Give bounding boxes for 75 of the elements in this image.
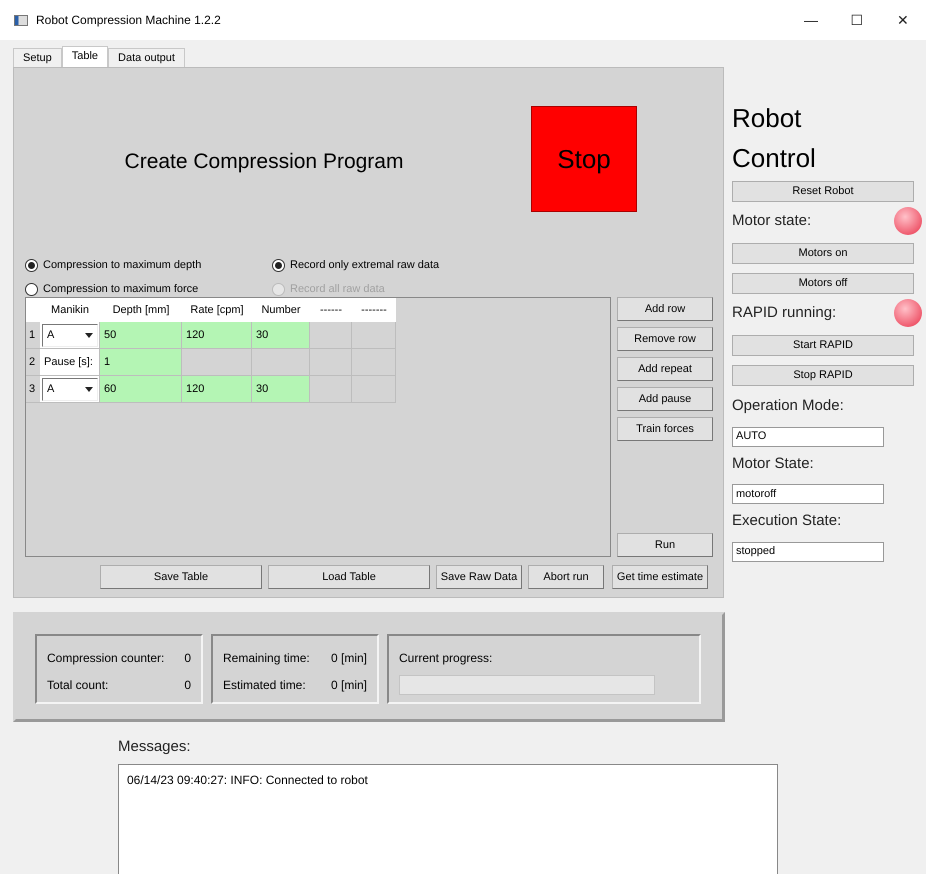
table-cell <box>310 349 352 376</box>
table-cell: 30 <box>252 322 310 349</box>
action-button[interactable]: Save Table <box>100 565 262 589</box>
side-button[interactable]: Train forces <box>617 417 713 441</box>
app-icon <box>14 14 28 26</box>
control-button[interactable]: Motors off <box>732 273 914 294</box>
status-value: 0 [min] <box>330 677 367 694</box>
table-cell: 60 <box>100 376 182 403</box>
message-line: 06/14/23 09:40:27: INFO: Connected to robot <box>127 772 369 788</box>
minimize-button[interactable]: — <box>788 10 834 30</box>
stop-button[interactable]: Stop <box>531 106 637 212</box>
messages-label: Messages: <box>118 737 192 757</box>
action-button[interactable]: Save Raw Data <box>436 565 522 589</box>
dropdown[interactable]: A <box>42 324 98 346</box>
status-label: Remaining time: <box>223 650 310 667</box>
table-cell: 50 <box>100 322 182 349</box>
close-button[interactable]: ✕ <box>880 10 926 30</box>
control-button[interactable]: Reset Robot <box>732 181 914 202</box>
table-cell: 120 <box>182 376 252 403</box>
radio-button[interactable] <box>25 282 38 296</box>
text-field[interactable]: AUTO <box>732 426 884 446</box>
tab[interactable]: Table <box>62 46 108 67</box>
field-label: Execution State: <box>732 511 842 531</box>
status-label: Total count: <box>47 677 108 694</box>
radio-button[interactable] <box>272 258 285 272</box>
status-value: 0 <box>184 650 191 667</box>
action-button[interactable]: Load Table <box>268 565 430 589</box>
radio-label: Compression to maximum force <box>43 282 198 297</box>
control-button[interactable]: Motors on <box>732 243 914 264</box>
text-field[interactable]: motoroff <box>732 484 884 504</box>
table-cell: 120 <box>182 322 252 349</box>
status-value: 0 [min] <box>330 650 367 667</box>
heading: Create Compression Program <box>124 149 404 175</box>
field-label: Operation Mode: <box>732 396 845 416</box>
radio-label: Record only extremal raw data <box>290 258 440 273</box>
control-button[interactable]: Start RAPID <box>732 335 914 356</box>
column-header: Number <box>252 298 310 322</box>
dropdown[interactable]: A <box>42 378 98 400</box>
caret-icon <box>85 332 93 338</box>
column-header: Manikin <box>40 298 100 322</box>
field-label: Motor State: <box>732 454 815 474</box>
side-button[interactable]: Add row <box>617 297 713 321</box>
panel-title: Robot Control <box>732 102 817 175</box>
text-field[interactable]: stopped <box>732 542 884 562</box>
column-header: ------- <box>352 298 396 322</box>
side-button[interactable]: Add pause <box>617 387 713 411</box>
radio-button[interactable] <box>25 258 38 272</box>
indicator-label: Motor state: <box>732 210 812 231</box>
side-button[interactable]: Remove row <box>617 327 713 351</box>
column-header: Rate [cpm] <box>182 298 252 322</box>
column-header: Depth [mm] <box>100 298 182 322</box>
tab[interactable]: Setup <box>13 48 62 67</box>
radio-label: Compression to maximum depth <box>43 258 202 273</box>
status-label: Compression counter: <box>47 650 164 667</box>
window-title: Robot Compression Machine 1.2.2 <box>36 12 221 29</box>
action-button[interactable]: Get time estimate <box>612 565 708 589</box>
action-button[interactable]: Abort run <box>528 565 604 589</box>
header-corner <box>26 298 40 322</box>
maximize-button[interactable]: ☐ <box>834 10 880 30</box>
caret-icon <box>85 386 93 392</box>
table-cell <box>352 322 396 349</box>
status-label: Estimated time: <box>223 677 306 694</box>
table-cell: 30 <box>252 376 310 403</box>
column-header: ------ <box>310 298 352 322</box>
table-cell <box>310 322 352 349</box>
run-button[interactable]: Run <box>617 533 713 557</box>
side-button[interactable]: Add repeat <box>617 357 713 381</box>
tab[interactable]: Data output <box>108 48 185 67</box>
table-cell: 1 <box>100 349 182 376</box>
control-button[interactable]: Stop RAPID <box>732 365 914 386</box>
table-cell <box>310 376 352 403</box>
progress-label: Current progress: <box>399 650 494 667</box>
indicator-label: RAPID running: <box>732 302 836 323</box>
status-value: 0 <box>184 677 191 694</box>
row-label: Pause [s]: <box>40 349 100 376</box>
